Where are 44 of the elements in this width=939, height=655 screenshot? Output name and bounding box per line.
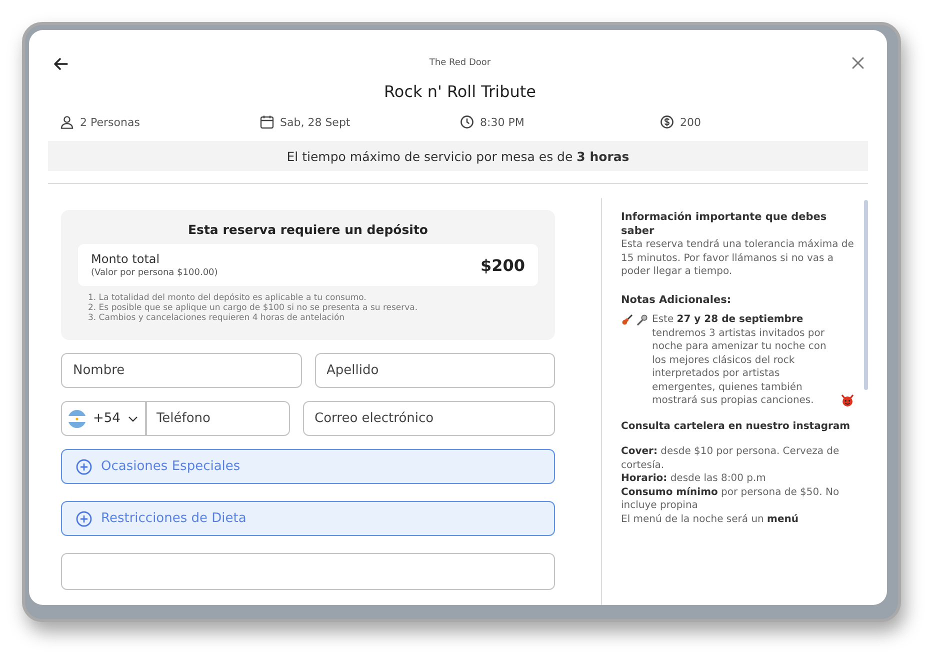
input-field[interactable] — [61, 553, 555, 590]
person-icon — [60, 115, 74, 129]
notice-banner: El tiempo máximo de servicio por mesa es de 3 horas — [48, 141, 868, 171]
notes-title: Notas Adicionales: — [621, 292, 732, 308]
deposit-title: Esta reserva requiere un depósito — [186, 222, 430, 237]
venue-name: The Red Door — [429, 58, 491, 68]
plus-circle-icon — [76, 458, 92, 474]
guitar-icon — [621, 314, 633, 326]
flag-icon — [68, 410, 86, 428]
detail-text: Sab, 28 Sept — [280, 116, 350, 128]
microphone-icon — [636, 314, 648, 326]
email-field[interactable]: Correo electrónico — [302, 401, 555, 436]
note-line: Consumo mínimo por persona de $50. No incluye propina — [621, 486, 840, 513]
devil-face-icon — [841, 394, 854, 407]
note-line: Horario: desde las 8:00 p.m — [621, 472, 767, 486]
calendar-icon — [260, 115, 274, 129]
scrollbar[interactable] — [864, 200, 868, 390]
info-title: Información importante que debes saber — [621, 210, 828, 238]
detail-text: 8:30 PM — [480, 116, 524, 128]
expand-section-button[interactable]: Restricciones de Dieta — [61, 501, 555, 536]
terms-text: 2. Es posible que se aplique un cargo de $100 si no se presenta a su reserva. — [88, 303, 419, 313]
last-name-field[interactable]: Apellido — [314, 353, 555, 388]
phone-field[interactable]: Teléfono — [147, 401, 290, 436]
dollar-icon — [660, 115, 674, 129]
terms-text: 3. Cambios y cancelaciones requieren 4 horas de antelación — [88, 313, 346, 323]
note-heading: Consulta cartelera en nuestro instagram — [621, 420, 852, 434]
clock-icon — [460, 115, 474, 129]
back-arrow-icon — [53, 56, 69, 72]
event-title: Rock n' Roll Tribute — [384, 82, 536, 101]
per-person-text: (Valor por persona $100.00) — [91, 268, 218, 278]
detail-text: 2 Personas — [80, 116, 140, 128]
total-amount: $200 — [480, 256, 525, 274]
terms-text: 1. La totalidad del monto del depósito es aplicable a tu consumo. — [88, 293, 368, 303]
note-line: Cover: desde $10 por persona. Cerveza de cortesía. — [621, 445, 840, 472]
note-line: El menú de la noche será un menú — [621, 512, 800, 526]
first-name-field[interactable]: Nombre — [61, 353, 302, 388]
info-text: Esta reserva tendrá una tolerancia máxima de 15 minutos. Por favor llámanos si no vas a poder llegar a tiempo. — [621, 238, 854, 279]
detail-text: 200 — [680, 116, 701, 128]
close-icon — [851, 56, 865, 70]
total-label: Monto total — [91, 252, 161, 266]
expand-section-button[interactable]: Ocasiones Especiales — [61, 449, 555, 484]
event-note: Este 27 y 28 de septiembre tendremos 3 artistas invitados por noche para amenizar tu noche con los mejores clásicos del rock interpretados por artistas emergentes, quienes también mostrará sus propias canciones. — [652, 313, 828, 408]
plus-circle-icon — [76, 510, 92, 526]
country-code-dropdown[interactable]: +54 — [61, 401, 148, 436]
